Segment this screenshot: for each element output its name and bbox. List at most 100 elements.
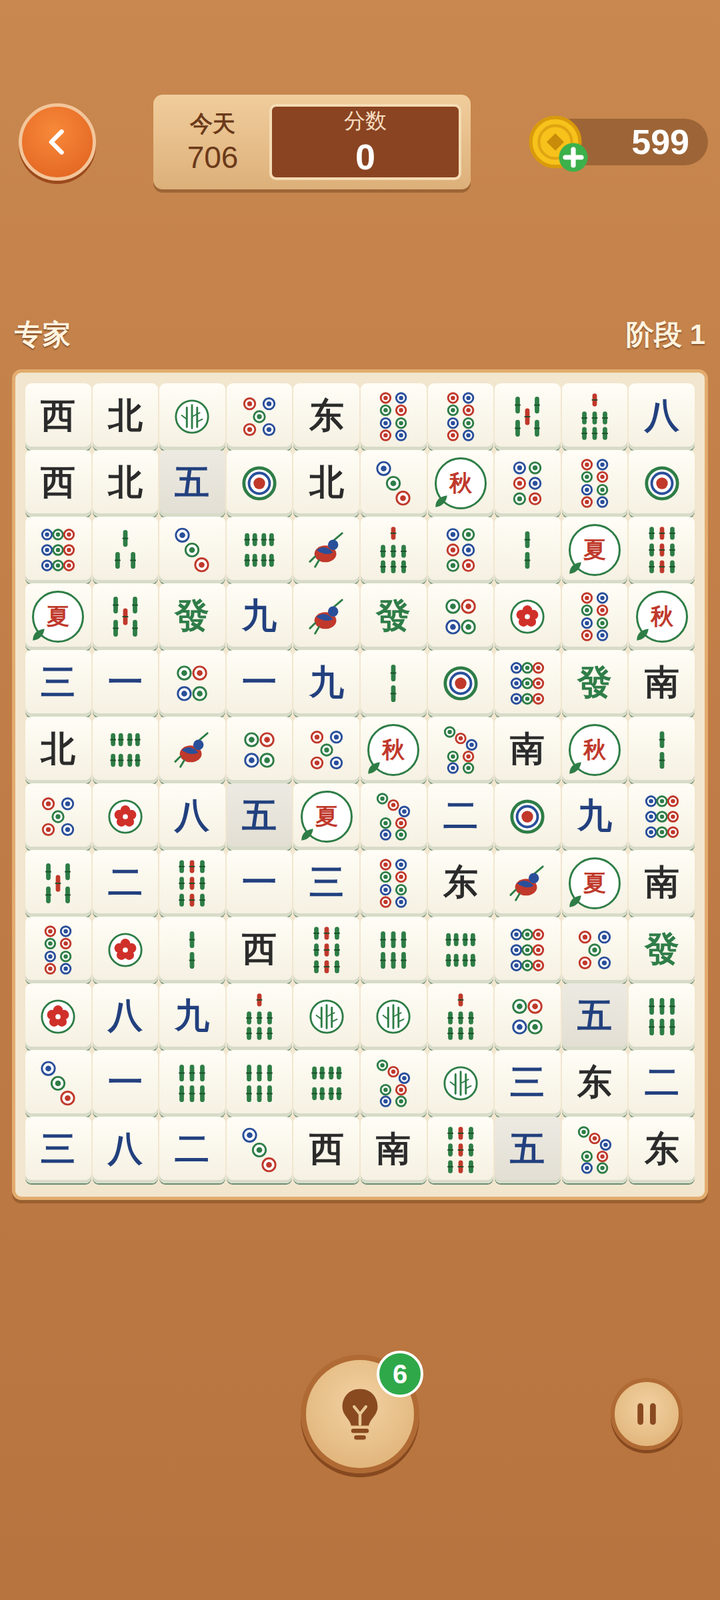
mahjong-tile[interactable] [293, 983, 360, 1050]
mahjong-tile[interactable] [360, 983, 427, 1050]
add-coins-plus-icon[interactable] [557, 141, 590, 174]
mahjong-tile[interactable]: 三 [25, 650, 92, 717]
mahjong-tile[interactable]: 夏 [293, 783, 360, 850]
mahjong-tile[interactable] [159, 650, 226, 717]
mahjong-tile[interactable]: 夏 [562, 850, 628, 917]
mahjong-tile[interactable] [226, 1116, 293, 1184]
mahjong-tile[interactable] [360, 383, 427, 450]
mahjong-tile[interactable] [494, 516, 561, 584]
mahjong-tile[interactable]: 五 [494, 1116, 561, 1184]
mahjong-tile[interactable] [494, 850, 561, 917]
mahjong-tile[interactable] [293, 516, 360, 584]
mahjong-tile[interactable] [494, 783, 561, 850]
mahjong-tile[interactable] [494, 583, 561, 650]
mahjong-tile[interactable] [360, 850, 427, 917]
mahjong-tile[interactable] [628, 783, 695, 850]
mahjong-tile[interactable]: 八 [92, 983, 159, 1050]
mahjong-tile[interactable] [25, 783, 92, 850]
mahjong-tile[interactable] [25, 983, 92, 1050]
mahjong-tile[interactable] [159, 516, 226, 584]
coin-counter[interactable]: 599 [528, 112, 708, 172]
mahjong-tile[interactable]: 南 [360, 1116, 427, 1184]
hint-button[interactable]: 6 [300, 1354, 420, 1474]
mahjong-tile[interactable] [25, 516, 92, 584]
mahjong-tile[interactable]: 东 [293, 383, 360, 450]
mahjong-tile[interactable]: 三 [293, 850, 360, 917]
mahjong-tile[interactable]: 南 [628, 650, 695, 717]
mahjong-tile[interactable]: 二 [92, 850, 159, 917]
mahjong-tile[interactable] [428, 516, 494, 584]
mahjong-tile[interactable] [159, 716, 226, 784]
mahjong-tile[interactable]: 二 [628, 1050, 695, 1117]
mahjong-tile[interactable] [25, 850, 92, 917]
mahjong-tile[interactable]: 發 [628, 916, 695, 984]
mahjong-tile[interactable] [159, 916, 226, 984]
mahjong-tile[interactable]: 南 [628, 850, 695, 917]
mahjong-tile[interactable]: 西 [226, 916, 293, 984]
mahjong-tile[interactable]: 九 [159, 983, 226, 1050]
mahjong-tile[interactable]: 南 [494, 716, 561, 784]
mahjong-tile[interactable]: 东 [562, 1050, 628, 1117]
mahjong-tile[interactable] [494, 916, 561, 984]
mahjong-tile[interactable]: 西 [25, 450, 92, 517]
mahjong-tile[interactable] [562, 383, 628, 450]
mahjong-tile[interactable] [562, 450, 628, 517]
mahjong-tile[interactable] [226, 716, 293, 784]
mahjong-tile[interactable]: 五 [159, 450, 226, 517]
mahjong-tile[interactable] [628, 516, 695, 584]
mahjong-tile[interactable] [226, 450, 293, 517]
mahjong-tile[interactable]: 西 [293, 1116, 360, 1184]
mahjong-tile[interactable]: 八 [92, 1116, 159, 1184]
mahjong-tile[interactable]: 北 [293, 450, 360, 517]
mahjong-tile[interactable] [494, 383, 561, 450]
mahjong-tile[interactable] [159, 850, 226, 917]
mahjong-tile[interactable] [159, 1050, 226, 1117]
mahjong-tile[interactable] [25, 1050, 92, 1117]
mahjong-tile[interactable] [92, 583, 159, 650]
mahjong-tile[interactable] [428, 583, 494, 650]
mahjong-tile[interactable]: 西 [25, 383, 92, 450]
back-button[interactable] [18, 103, 96, 181]
mahjong-tile[interactable] [494, 650, 561, 717]
mahjong-tile[interactable]: 夏 [562, 516, 628, 584]
mahjong-tile[interactable]: 一 [226, 650, 293, 717]
mahjong-tile[interactable] [92, 916, 159, 984]
mahjong-tile[interactable] [360, 450, 427, 517]
mahjong-tile[interactable]: 一 [226, 850, 293, 917]
mahjong-tile[interactable]: 一 [92, 650, 159, 717]
mahjong-tile[interactable] [360, 1050, 427, 1117]
mahjong-tile[interactable] [293, 916, 360, 984]
mahjong-tile[interactable]: 二 [159, 1116, 226, 1184]
mahjong-tile[interactable]: 东 [428, 850, 494, 917]
mahjong-tile[interactable]: 秋 [562, 716, 628, 784]
mahjong-tile[interactable]: 三 [25, 1116, 92, 1184]
mahjong-tile[interactable] [628, 716, 695, 784]
mahjong-tile[interactable]: 九 [293, 650, 360, 717]
mahjong-tile[interactable] [360, 783, 427, 850]
mahjong-tile[interactable]: 北 [25, 716, 92, 784]
mahjong-tile[interactable]: 二 [428, 783, 494, 850]
mahjong-tile[interactable]: 八 [159, 783, 226, 850]
mahjong-tile[interactable] [428, 1050, 494, 1117]
mahjong-tile[interactable] [226, 983, 293, 1050]
mahjong-tile[interactable] [360, 516, 427, 584]
mahjong-tile[interactable] [628, 983, 695, 1050]
mahjong-tile[interactable]: 秋 [628, 583, 695, 650]
mahjong-tile[interactable] [360, 916, 427, 984]
mahjong-tile[interactable]: 發 [562, 650, 628, 717]
mahjong-tile[interactable] [360, 650, 427, 717]
mahjong-tile[interactable] [428, 650, 494, 717]
mahjong-tile[interactable]: 八 [628, 383, 695, 450]
mahjong-tile[interactable] [428, 916, 494, 984]
mahjong-tile[interactable] [25, 916, 92, 984]
mahjong-tile[interactable] [226, 1050, 293, 1117]
mahjong-tile[interactable]: 北 [92, 383, 159, 450]
mahjong-tile[interactable] [428, 983, 494, 1050]
mahjong-tile[interactable] [562, 1116, 628, 1184]
mahjong-tile[interactable]: 發 [159, 583, 226, 650]
mahjong-tile[interactable]: 夏 [25, 583, 92, 650]
mahjong-tile[interactable]: 三 [494, 1050, 561, 1117]
mahjong-tile[interactable] [562, 916, 628, 984]
mahjong-tile[interactable] [92, 516, 159, 584]
mahjong-tile[interactable] [293, 716, 360, 784]
